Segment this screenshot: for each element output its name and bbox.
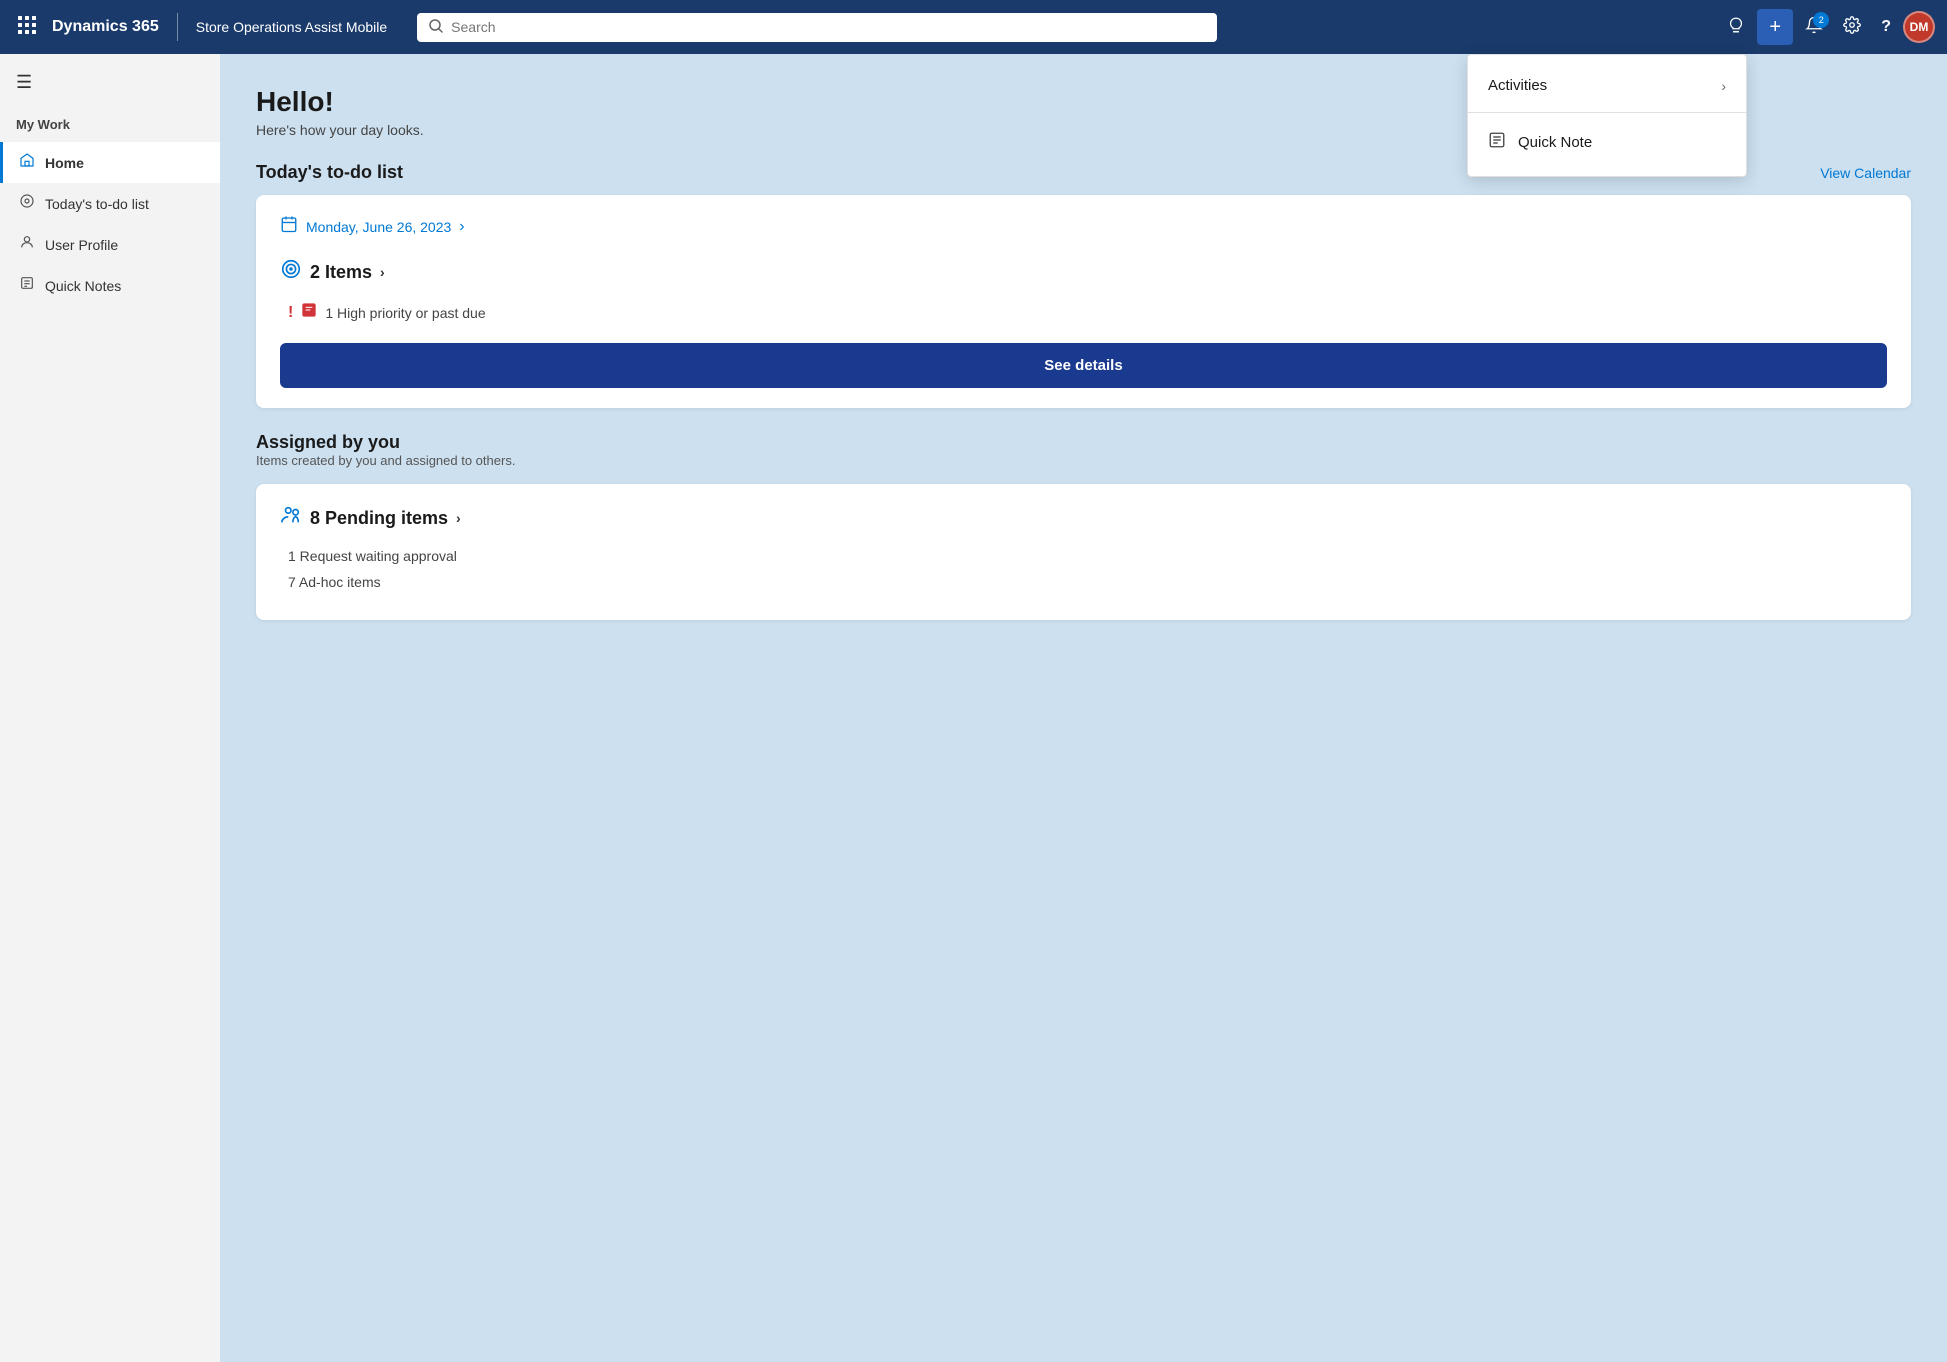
note-icon: [1488, 131, 1506, 154]
sidebar-item-profile-label: User Profile: [45, 237, 118, 253]
date-chevron-icon: ›: [459, 218, 464, 236]
nav-divider: [177, 13, 178, 41]
sidebar: ☰ My Work Home Today's to-do list: [0, 54, 220, 1362]
grid-icon[interactable]: ​: [12, 10, 42, 45]
sidebar-item-todo[interactable]: Today's to-do list: [0, 183, 220, 224]
assigned-subtitle: Items created by you and assigned to oth…: [256, 453, 1911, 468]
quicknotes-icon: [19, 275, 35, 296]
pending-row[interactable]: 8 Pending items ›: [280, 504, 1887, 532]
lightbulb-button[interactable]: [1719, 10, 1753, 45]
sidebar-item-todo-label: Today's to-do list: [45, 196, 149, 212]
help-button[interactable]: ?: [1873, 12, 1899, 42]
person-icon: [280, 504, 302, 532]
see-details-button[interactable]: See details: [280, 343, 1887, 388]
date-row[interactable]: Monday, June 26, 2023 ›: [280, 215, 1887, 238]
calendar-icon: [280, 215, 298, 238]
pending-chevron-icon: ›: [456, 510, 461, 526]
hamburger-button[interactable]: ☰: [0, 62, 220, 103]
todo-icon: [19, 193, 35, 214]
home-icon: [19, 152, 35, 173]
activities-chevron-icon: ›: [1721, 78, 1726, 94]
priority-row: ! 1 High priority or past due: [280, 302, 1887, 323]
dropdown-menu: Activities › Quick Note: [1467, 54, 1747, 177]
nav-actions: + 2 ? DM: [1719, 9, 1935, 45]
items-count-label: 2 Items: [310, 262, 372, 283]
layout: ☰ My Work Home Today's to-do list: [0, 54, 1947, 1362]
activities-label: Activities: [1488, 77, 1547, 94]
settings-button[interactable]: [1835, 10, 1869, 45]
nav-brand: Dynamics 365: [52, 18, 159, 36]
exclaim-icon: !: [288, 304, 293, 322]
quicknote-label: Quick Note: [1518, 134, 1592, 151]
date-label: Monday, June 26, 2023: [306, 219, 451, 235]
sidebar-item-quicknotes[interactable]: Quick Notes: [0, 265, 220, 306]
view-calendar-link[interactable]: View Calendar: [1820, 165, 1911, 181]
sidebar-item-home-label: Home: [45, 155, 84, 171]
profile-icon: [19, 234, 35, 255]
items-chevron-icon: ›: [380, 264, 385, 280]
notification-badge: 2: [1813, 12, 1829, 28]
avatar[interactable]: DM: [1903, 11, 1935, 43]
top-nav: ​ Dynamics 365 Store Operations Assist M…: [0, 0, 1947, 54]
search-input[interactable]: [451, 19, 1205, 35]
target-icon: [280, 258, 302, 286]
dropdown-activities[interactable]: Activities ›: [1468, 63, 1746, 108]
notification-button[interactable]: 2: [1797, 10, 1831, 45]
sidebar-section-label: My Work: [0, 111, 220, 142]
sidebar-item-quicknotes-label: Quick Notes: [45, 278, 121, 294]
task-icon: [301, 302, 317, 323]
add-button[interactable]: +: [1757, 9, 1793, 45]
search-icon: [429, 19, 443, 36]
priority-label: 1 High priority or past due: [325, 305, 485, 321]
dropdown-divider: [1468, 112, 1746, 113]
pending-detail-2: 7 Ad-hoc items: [280, 574, 1887, 590]
today-card: Monday, June 26, 2023 › 2 Items › !: [256, 195, 1911, 408]
today-section-title: Today's to-do list: [256, 162, 403, 183]
assigned-section-title: Assigned by you: [256, 432, 1911, 453]
items-row[interactable]: 2 Items ›: [280, 258, 1887, 286]
dropdown-quicknote[interactable]: Quick Note: [1468, 117, 1746, 168]
assigned-section: Assigned by you Items created by you and…: [256, 432, 1911, 620]
search-bar[interactable]: [417, 13, 1217, 42]
sidebar-item-profile[interactable]: User Profile: [0, 224, 220, 265]
assigned-card: 8 Pending items › 1 Request waiting appr…: [256, 484, 1911, 620]
sidebar-item-home[interactable]: Home: [0, 142, 220, 183]
pending-label: 8 Pending items: [310, 508, 448, 529]
pending-detail-1: 1 Request waiting approval: [280, 548, 1887, 564]
nav-app-name: Store Operations Assist Mobile: [196, 19, 387, 35]
main-content: Hello! Here's how your day looks. Today'…: [220, 54, 1947, 1362]
